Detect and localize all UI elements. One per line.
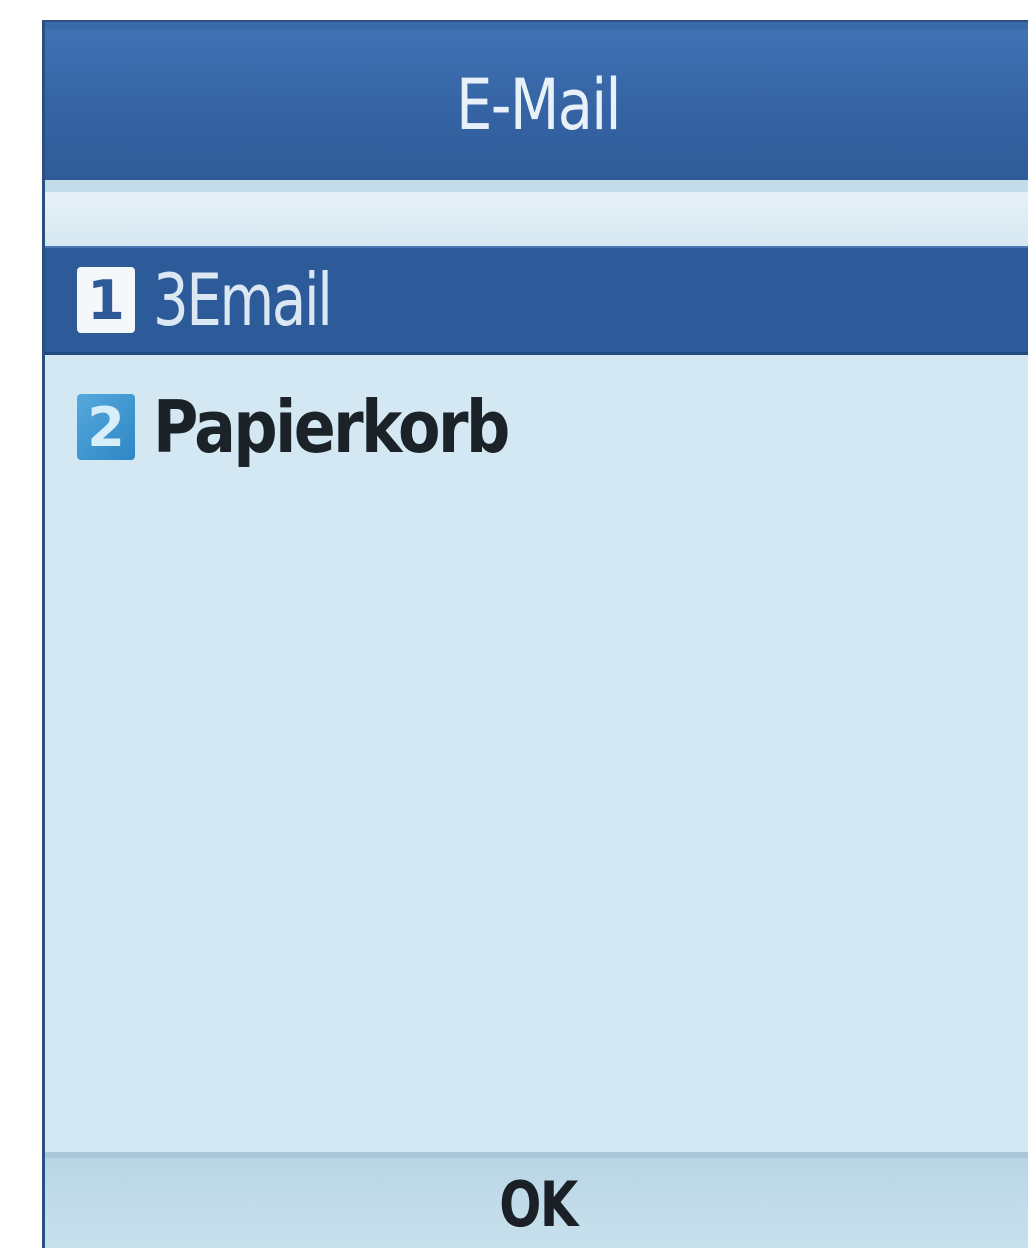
- phone-screen: E-Mail 1 3Email 2 Papierkorb OK: [42, 20, 1028, 1248]
- menu-list: 1 3Email 2 Papierkorb: [45, 246, 1028, 487]
- menu-item-label: 3Email: [153, 258, 333, 342]
- subheader-strip: [45, 192, 1028, 244]
- menu-item-label: Papierkorb: [153, 385, 510, 469]
- softkey-bar: OK: [45, 1152, 1028, 1248]
- ok-softkey[interactable]: OK: [144, 1158, 933, 1248]
- screen-title: E-Mail: [456, 64, 621, 146]
- number-badge-icon: 1: [77, 267, 135, 333]
- menu-item-3email[interactable]: 1 3Email: [45, 246, 1028, 355]
- menu-item-papierkorb[interactable]: 2 Papierkorb: [45, 367, 1028, 487]
- title-bar: E-Mail: [45, 22, 1028, 180]
- title-divider: [45, 180, 1028, 192]
- number-badge-icon: 2: [77, 394, 135, 460]
